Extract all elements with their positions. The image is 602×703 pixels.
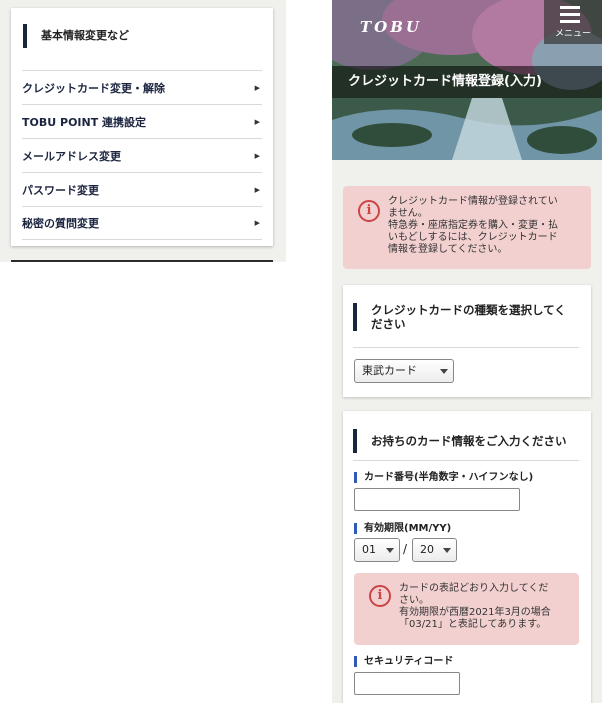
alert-text: クレジットカード情報が登録されてい ません。 特急券・座席指定券を購入・変更・払…: [388, 196, 583, 256]
expiry-year-select[interactable]: 20: [412, 538, 457, 562]
hint-line: カードの表記どおり入力してくだ: [399, 583, 549, 594]
card-type-select[interactable]: 東武カード: [354, 359, 454, 383]
card-number-input[interactable]: [354, 488, 520, 511]
heading-line: クレジットカードの種類を選択してく: [371, 303, 566, 317]
alert-line: いもどしするには、クレジットカード: [388, 232, 558, 243]
alert-line: 特急券・座席指定券を購入・変更・払: [388, 220, 558, 231]
tobu-logo[interactable]: TOBU: [360, 18, 422, 36]
security-code-input[interactable]: [354, 672, 460, 695]
menu-item-label: クレジットカード変更・解除: [22, 81, 165, 95]
hint-line: 「03/21」と表記してあります。: [399, 619, 547, 630]
selected-value: 東武カード: [362, 364, 417, 377]
expiry-hint: i カードの表記どおり入力してくだ さい。 有効期限が西暦2021年3月の場合 …: [354, 573, 579, 645]
alert-line: クレジットカード情報が登録されてい: [388, 196, 558, 207]
card-type-section: クレジットカードの種類を選択してく ださい 東武カード: [343, 285, 591, 397]
divider: [353, 460, 579, 461]
menu-item-label: パスワード変更: [22, 183, 99, 197]
selected-value: 01: [362, 543, 376, 556]
chevron-down-icon: [386, 548, 394, 553]
expiry-separator: /: [403, 542, 408, 556]
expiry-label: 有効期限(MM/YY): [354, 523, 451, 534]
info-icon: i: [358, 200, 380, 222]
alert-line: 情報を登録してください。: [388, 244, 508, 255]
menu-label: メニュー: [554, 29, 591, 39]
hamburger-icon: [560, 6, 580, 27]
alert-line: ません。: [388, 208, 428, 219]
menu-item-credit-card[interactable]: クレジットカード変更・解除 ▶: [22, 70, 262, 104]
menu-item-tobu-point[interactable]: TOBU POINT 連携設定 ▶: [22, 104, 262, 138]
security-code-label: セキュリティコード: [354, 656, 453, 667]
credit-card-registration-page: TOBU メニュー クレジットカード情報登録(入力) i クレジットカード情報が…: [332, 0, 602, 703]
heading-line: ださい: [371, 317, 406, 331]
selected-value: 20: [420, 543, 434, 556]
settings-card: 基本情報変更など クレジットカード変更・解除 ▶ TOBU POINT 連携設定 ▶…: [11, 8, 273, 246]
chevron-down-icon: [440, 369, 448, 374]
menu-item-password[interactable]: パスワード変更 ▶: [22, 172, 262, 206]
card-number-label: カード番号(半角数字・ハイフンなし): [354, 472, 533, 483]
menu-item-label: メールアドレス変更: [22, 149, 121, 163]
account-settings-panel: 基本情報変更など クレジットカード変更・解除 ▶ TOBU POINT 連携設定 ▶…: [0, 0, 286, 262]
chevron-right-icon: ▶: [254, 185, 260, 194]
card-info-section: お持ちのカード情報をご入力ください カード番号(半角数字・ハイフンなし) 有効期…: [343, 411, 591, 703]
expiry-month-select[interactable]: 01: [354, 538, 400, 562]
menu-item-secret-question[interactable]: 秘密の質問変更 ▶: [22, 206, 262, 240]
hint-line: さい。: [399, 595, 429, 606]
hint-line: 有効期限が西暦2021年3月の場合: [399, 607, 551, 618]
header-banner: TOBU メニュー クレジットカード情報登録(入力): [332, 0, 602, 160]
page-title: クレジットカード情報登録(入力): [332, 66, 602, 98]
card-type-heading: クレジットカードの種類を選択してく ださい: [353, 303, 579, 331]
menu-item-label: TOBU POINT 連携設定: [22, 115, 147, 129]
registration-alert: i クレジットカード情報が登録されてい ません。 特急券・座席指定券を購入・変更…: [343, 186, 591, 269]
chevron-right-icon: ▶: [254, 219, 260, 227]
menu-item-email[interactable]: メールアドレス変更 ▶: [22, 138, 262, 172]
menu-item-label: 秘密の質問変更: [22, 217, 99, 230]
chevron-right-icon: ▶: [254, 151, 260, 160]
section-title: 基本情報変更など: [23, 24, 129, 48]
divider: [11, 260, 273, 262]
info-icon: i: [369, 585, 391, 607]
card-info-heading: お持ちのカード情報をご入力ください: [353, 429, 579, 453]
chevron-right-icon: ▶: [254, 83, 260, 92]
hint-text: カードの表記どおり入力してくだ さい。 有効期限が西暦2021年3月の場合 「0…: [399, 583, 574, 631]
chevron-down-icon: [443, 548, 451, 553]
menu-button[interactable]: メニュー: [544, 0, 602, 44]
chevron-right-icon: ▶: [254, 117, 260, 126]
divider: [353, 347, 579, 348]
settings-menu: クレジットカード変更・解除 ▶ TOBU POINT 連携設定 ▶ メールアドレス変…: [22, 70, 262, 240]
